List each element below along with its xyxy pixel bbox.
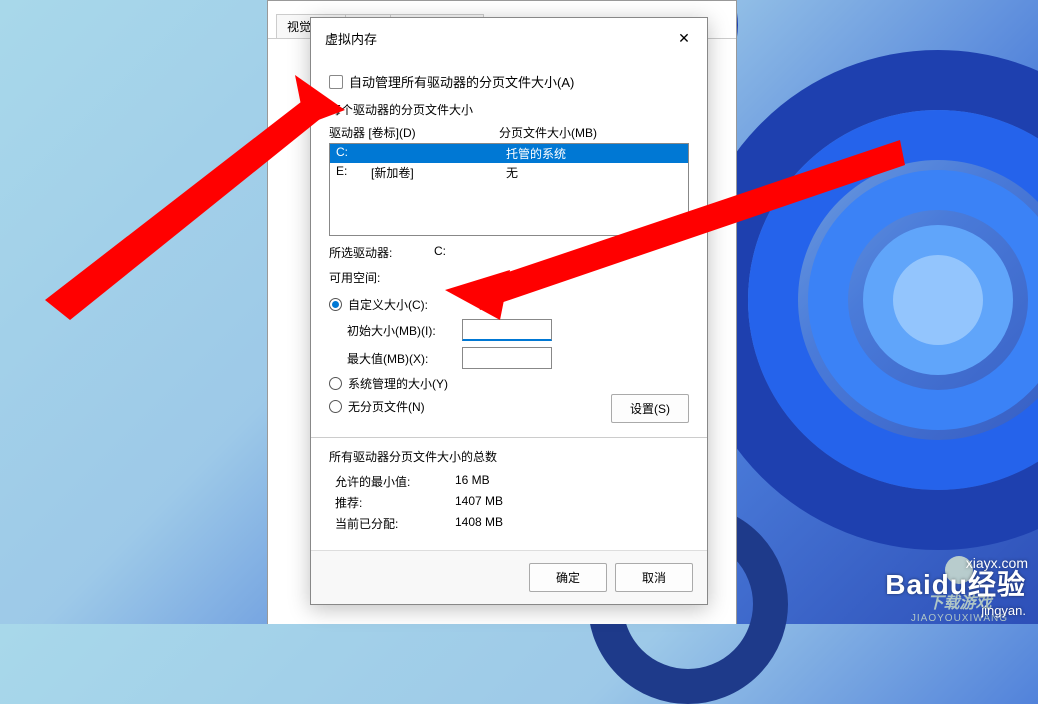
min-allowed-label: 允许的最小值:: [335, 473, 455, 490]
virtual-memory-dialog: 虚拟内存 ✕ 自动管理所有驱动器的分页文件大小(A) 每个驱动器的分页文件大小 …: [310, 17, 708, 605]
max-size-input[interactable]: [462, 347, 552, 369]
set-button[interactable]: 设置(S): [611, 394, 689, 423]
initial-size-label: 初始大小(MB)(I):: [347, 322, 462, 339]
available-space-value: [434, 269, 689, 286]
close-icon: ✕: [678, 30, 690, 47]
auto-manage-checkbox[interactable]: [329, 75, 343, 89]
drive-pagefile-size: 无: [506, 164, 682, 181]
currently-allocated-value: 1408 MB: [455, 515, 689, 532]
ok-button[interactable]: 确定: [529, 563, 607, 592]
drive-list[interactable]: C: 托管的系统 E: [新加卷] 无: [329, 143, 689, 236]
dialog-titlebar: 虚拟内存 ✕: [311, 18, 707, 58]
drive-row-e[interactable]: E: [新加卷] 无: [330, 163, 688, 182]
selected-drive-label: 所选驱动器:: [329, 244, 434, 261]
system-managed-label: 系统管理的大小(Y): [348, 375, 448, 392]
min-allowed-value: 16 MB: [455, 473, 689, 490]
system-managed-radio[interactable]: [329, 377, 342, 390]
close-button[interactable]: ✕: [669, 26, 699, 50]
dialog-title: 虚拟内存: [325, 29, 377, 48]
dialog-button-row: 确定 取消: [311, 550, 707, 604]
drive-pagefile-size: 托管的系统: [506, 145, 682, 162]
custom-size-label: 自定义大小(C):: [348, 296, 428, 313]
initial-size-input[interactable]: [462, 319, 552, 341]
watermark-baidu-sub: jingyan.: [885, 603, 1026, 618]
drive-volume-label: [新加卷]: [371, 164, 506, 181]
max-size-label: 最大值(MB)(X):: [347, 350, 462, 367]
selected-drive-value: C:: [434, 244, 689, 261]
recommended-value: 1407 MB: [455, 494, 689, 511]
column-headers: 驱动器 [卷标](D) 分页文件大小(MB): [329, 122, 689, 143]
no-paging-label: 无分页文件(N): [348, 398, 425, 415]
totals-title: 所有驱动器分页文件大小的总数: [329, 448, 689, 465]
col-header-drive: 驱动器 [卷标](D): [329, 124, 499, 141]
watermark-baidu: Baidu经验 jingyan.: [885, 563, 1026, 618]
available-space-label: 可用空间:: [329, 269, 434, 286]
drive-letter: C:: [336, 145, 371, 162]
divider: [311, 437, 707, 438]
col-header-size: 分页文件大小(MB): [499, 124, 689, 141]
watermark-baidu-main: Baidu经验: [885, 563, 1026, 603]
drive-row-c[interactable]: C: 托管的系统: [330, 144, 688, 163]
currently-allocated-label: 当前已分配:: [335, 515, 455, 532]
cancel-button[interactable]: 取消: [615, 563, 693, 592]
custom-size-radio[interactable]: [329, 298, 342, 311]
drive-letter: E:: [336, 164, 371, 181]
recommended-label: 推荐:: [335, 494, 455, 511]
auto-manage-label: 自动管理所有驱动器的分页文件大小(A): [349, 72, 574, 91]
no-paging-radio[interactable]: [329, 400, 342, 413]
drive-volume-label: [371, 145, 506, 162]
per-drive-label: 每个驱动器的分页文件大小: [329, 101, 689, 118]
